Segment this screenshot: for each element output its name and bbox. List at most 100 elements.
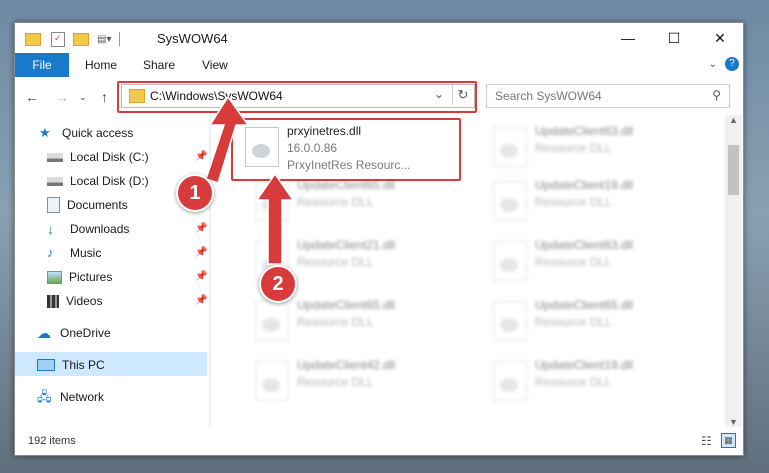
large-icons-view-icon[interactable]: ▦ [721,433,736,448]
pin-icon[interactable]: 📌 [195,247,207,258]
sidebar-item-label: This PC [62,358,105,372]
cloud-icon: ☁ [37,325,51,341]
vertical-scrollbar[interactable]: ▲ ▼ [725,115,742,427]
list-item[interactable]: UpdateClient65.dll Resource DLL [487,295,707,345]
sidebar-item-documents[interactable]: Documents [47,194,128,216]
ribbon: File Home Share View ⌄ ? [15,53,743,78]
sidebar-item-this-pc[interactable]: This PC [37,354,105,376]
sidebar-item-label: Local Disk (C:) [70,150,149,164]
dll-file-icon [255,361,289,401]
sidebar-item-downloads[interactable]: ↓ Downloads [47,218,129,240]
back-arrow-icon[interactable]: ← [25,89,39,105]
sidebar-item-pictures[interactable]: Pictures [47,266,112,288]
sidebar-item-music[interactable]: ♪ Music [47,242,101,264]
file-name: UpdateClient19.dll [535,178,634,192]
recent-locations-icon[interactable]: ⌄ [79,92,87,103]
up-arrow-icon[interactable]: ↑ [101,89,108,105]
sidebar-item-local-disk-d[interactable]: Local Disk (D:) [47,170,149,192]
sidebar-item-label: Pictures [69,270,113,284]
callout-badge-1: 1 [176,174,214,212]
sidebar-item-quick-access[interactable]: ★ Quick access [39,122,133,144]
list-item[interactable]: UpdateClient19.dll Resource DLL [487,175,707,225]
computer-icon [37,359,55,371]
sidebar-item-label: Local Disk (D:) [70,174,149,188]
tab-home[interactable]: Home [85,53,117,77]
videos-icon [47,294,59,308]
file-type: Resource DLL [535,315,612,329]
sidebar-item-local-disk-c[interactable]: Local Disk (C:) [47,146,149,168]
minimize-button[interactable]: — [605,23,651,53]
documents-icon [47,197,60,213]
navigation-pane: ★ Quick access Local Disk (C:) 📌 Local D… [15,115,211,427]
list-item[interactable]: UpdateClient63.dll Resource DLL [487,235,707,285]
sidebar-item-network[interactable]: 🖧 Network [37,386,104,408]
tab-view[interactable]: View [202,53,228,77]
music-icon: ♪ [47,245,54,260]
file-name: UpdateClient63.dll [535,238,634,252]
status-bar: 192 items ☷ ▦ [15,427,743,455]
callout-arrow-2 [255,172,295,265]
dll-file-icon [493,127,527,167]
file-name: UpdateClient65.dll [535,298,634,312]
file-type: Resource DLL [535,255,612,269]
properties-icon[interactable]: ✓ [51,31,65,47]
sidebar-item-label: Videos [66,294,103,308]
scroll-up-icon[interactable]: ▲ [729,115,738,125]
sidebar-item-videos[interactable]: Videos [47,290,102,312]
file-name: UpdateClient21.dll [297,238,396,252]
pin-icon[interactable]: 📌 [195,271,207,282]
separator [119,32,121,46]
pin-icon[interactable]: 📌 [195,295,207,306]
list-item[interactable]: UpdateClient19.dll Resource DLL [487,355,707,405]
dll-file-icon [493,361,527,401]
network-icon: 🖧 [37,389,52,404]
customize-toolbar-icon[interactable]: ▤▾ [97,34,111,45]
search-input[interactable]: Search SysWOW64 [495,89,602,103]
file-name: UpdateClient63.dll [535,124,634,138]
folder-icon [25,32,41,46]
maximize-button[interactable]: ☐ [651,23,697,53]
quick-access-toolbar: ✓ ▤▾ [25,31,121,47]
sidebar-item-label: Network [60,390,105,404]
sidebar-item-label: Downloads [70,222,130,236]
search-icon[interactable]: ⚲ [712,88,721,102]
address-highlight-box [117,81,477,113]
list-item[interactable]: UpdateClient63.dll Resource DLL [487,121,707,171]
pin-icon[interactable]: 📌 [195,223,207,234]
title-bar: ✓ ▤▾ SysWOW64 — ☐ ✕ [15,23,743,53]
pictures-icon [47,270,62,284]
star-icon: ★ [39,125,51,140]
ribbon-controls: ⌄ ? [709,57,739,71]
file-name: UpdateClient19.dll [535,358,634,372]
file-name: UpdateClient42.dll [297,358,396,372]
file-name: UpdateClient65.dll [297,298,396,312]
item-count: 192 items [28,435,76,447]
tab-file[interactable]: File [15,53,69,77]
dll-file-icon [255,301,289,341]
drive-icon [47,176,63,186]
window-title: SysWOW64 [157,31,228,46]
file-type: Resource DLL [535,375,612,389]
file-type: Resource DLL [535,141,612,155]
list-item[interactable]: UpdateClient42.dll Resource DLL [249,355,469,405]
callout-badge-2: 2 [259,265,297,303]
search-box[interactable]: Search SysWOW64 ⚲ [486,84,730,108]
new-folder-icon[interactable] [73,32,89,46]
chevron-down-icon[interactable]: ⌄ [709,59,717,70]
tab-share[interactable]: Share [143,53,175,77]
downloads-icon: ↓ [47,221,54,237]
help-icon[interactable]: ? [725,57,739,71]
file-type: Resource DLL [297,255,374,269]
file-type: Resource DLL [297,315,374,329]
scroll-thumb[interactable] [728,145,739,195]
details-view-icon[interactable]: ☷ [701,434,712,448]
scroll-down-icon[interactable]: ▼ [729,417,738,427]
dll-file-icon [493,181,527,221]
drive-icon [47,152,63,162]
sidebar-item-onedrive[interactable]: ☁ OneDrive [37,322,111,344]
forward-arrow-icon[interactable]: → [55,89,69,105]
sidebar-item-label: Music [70,246,102,260]
file-type: Resource DLL [297,195,374,209]
file-type: Resource DLL [297,375,374,389]
close-button[interactable]: ✕ [697,23,743,53]
